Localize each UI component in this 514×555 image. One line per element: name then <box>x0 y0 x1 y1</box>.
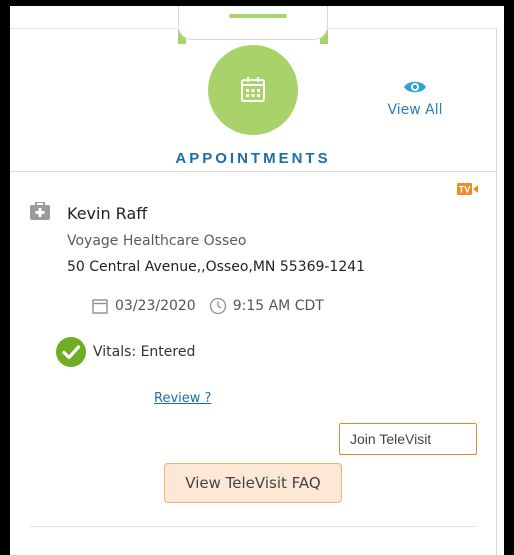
appointment-datetime: 03/23/2020 9:15 AM CDT <box>92 297 324 315</box>
view-all-link[interactable]: View All <box>380 80 450 118</box>
appointments-widget: APPOINTMENTS View All TV Kevin Raff Voya… <box>10 6 504 555</box>
view-all-label[interactable]: View All <box>387 102 442 118</box>
page-title: APPOINTMENTS <box>175 150 331 167</box>
review-link[interactable]: Review ? <box>154 391 211 406</box>
televisit-badge-text: TV <box>459 185 471 195</box>
clock-icon <box>209 297 226 315</box>
televisit-badge-icon: TV <box>457 183 478 195</box>
provider-name: Kevin Raff <box>67 204 148 223</box>
appointment-date: 03/23/2020 <box>115 298 196 314</box>
vitals-label: Vitals: Entered <box>93 344 196 360</box>
calendar-icon <box>241 77 265 102</box>
checkmark-circle-icon <box>56 337 86 367</box>
view-televisit-faq-button[interactable]: View TeleVisit FAQ <box>164 463 342 503</box>
calendar-small-icon <box>92 299 108 314</box>
vitals-status: Vitals: Entered <box>55 336 195 368</box>
clinic-address: 50 Central Avenue,,Osseo,MN 55369-1241 <box>67 259 366 275</box>
clinic-icon <box>30 202 50 220</box>
eye-icon <box>404 81 426 93</box>
join-televisit-button[interactable]: Join TeleVisit <box>339 423 477 455</box>
right-border-line <box>496 28 497 555</box>
drag-tab[interactable] <box>178 6 328 40</box>
drag-handle[interactable] <box>229 14 287 18</box>
appointments-icon-circle <box>208 45 298 135</box>
appointment-time: 9:15 AM CDT <box>232 298 324 314</box>
header-divider <box>10 171 504 172</box>
right-gutter <box>497 6 504 555</box>
footer-divider <box>30 526 477 527</box>
clinic-name: Voyage Healthcare Osseo <box>67 233 247 249</box>
